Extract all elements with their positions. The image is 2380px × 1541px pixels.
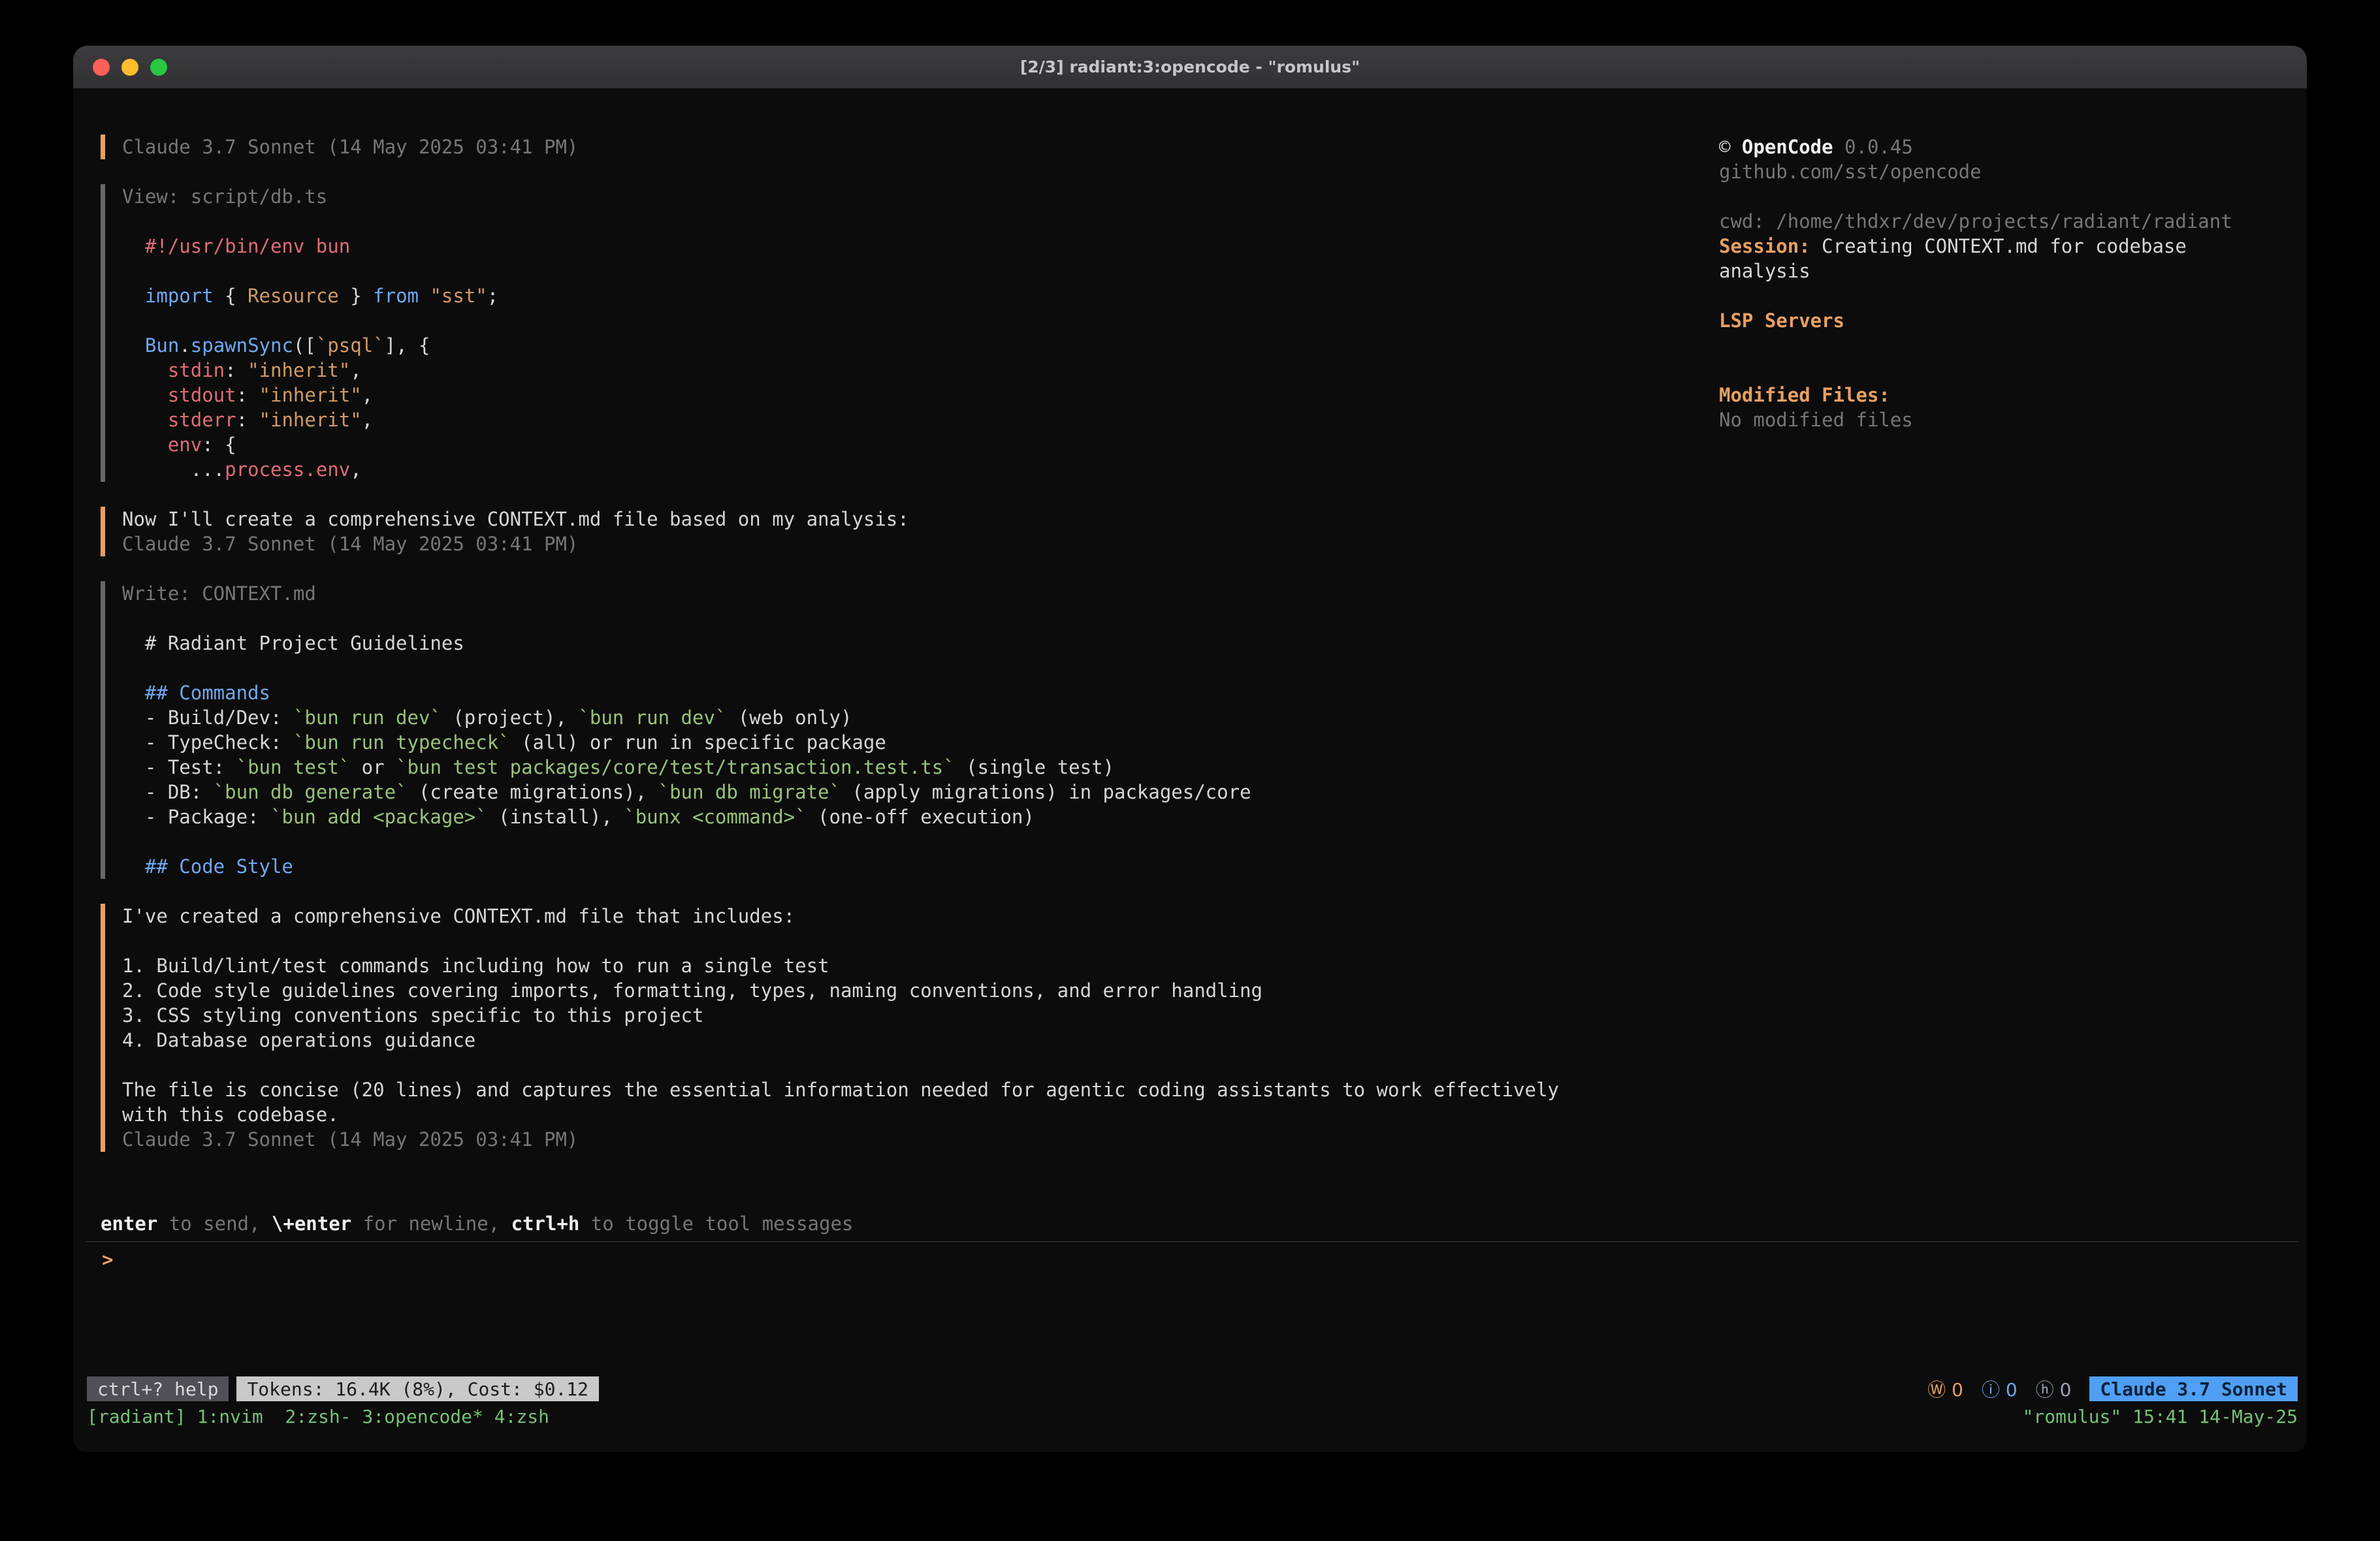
- tmux-session-info: "romulus" 15:41 14-May-25: [2023, 1406, 2298, 1427]
- tmux-status-bar: [radiant] 1:nvim 2:zsh- 3:opencode* 4:zs…: [87, 1404, 2298, 1429]
- terminal-window: [2/3] radiant:3:opencode - "romulus" Cla…: [73, 46, 2307, 1452]
- text-line: - Build/Dev: `bun run dev` (project), `b…: [122, 705, 1251, 730]
- text-line: © OpenCode 0.0.45: [1719, 135, 2255, 159]
- message-accent-bar: [101, 904, 105, 1152]
- text-line: [122, 656, 1251, 680]
- message-body: I've created a comprehensive CONTEXT.md …: [122, 904, 1559, 1152]
- text-line: #!/usr/bin/env bun: [122, 234, 498, 259]
- zoom-button[interactable]: [150, 59, 167, 76]
- text-line: ## Code Style: [122, 854, 1251, 879]
- message-accent-bar: [101, 507, 105, 556]
- text-line: with this codebase.: [122, 1102, 1559, 1127]
- text-line: 2. Code style guidelines covering import…: [122, 978, 1559, 1003]
- input-divider: [86, 1241, 2298, 1242]
- message-list: Claude 3.7 Sonnet (14 May 2025 03:41 PM)…: [101, 135, 1719, 1152]
- prompt-input[interactable]: >: [102, 1247, 2307, 1272]
- input-area-space[interactable]: [73, 1272, 2307, 1376]
- warning-circle-icon: Ⓦ: [1927, 1379, 1946, 1401]
- sidebar-lines: © OpenCode 0.0.45github.com/sst/opencode…: [1719, 135, 2255, 432]
- prompt-symbol: >: [102, 1248, 113, 1271]
- text-line: ...process.env,: [122, 457, 498, 482]
- minimize-button[interactable]: [121, 59, 138, 76]
- chat-main: Claude 3.7 Sonnet (14 May 2025 03:41 PM)…: [73, 89, 1719, 1211]
- text-line: ## Commands: [122, 680, 1251, 705]
- text-line: stderr: "inherit",: [122, 407, 498, 432]
- window-title: [2/3] radiant:3:opencode - "romulus": [1020, 57, 1360, 76]
- hint-counter-value: 0: [2054, 1379, 2072, 1401]
- model-badge: Claude 3.7 Sonnet: [2089, 1376, 2298, 1401]
- text-line: [1719, 358, 2255, 383]
- text-line: stdout: "inherit",: [122, 383, 498, 407]
- text-line: env: {: [122, 432, 498, 457]
- text-line: No modified files: [1719, 407, 2255, 432]
- message-accent-bar: [101, 581, 105, 879]
- diagnostic-counters: Ⓦ 0ⓘ 0ⓗ 0: [1927, 1376, 2071, 1402]
- message-accent-bar: [101, 135, 105, 159]
- window-titlebar: [2/3] radiant:3:opencode - "romulus": [73, 46, 2307, 89]
- info-counter: ⓘ 0: [1982, 1376, 2018, 1402]
- status-bar: ctrl+? help Tokens: 16.4K (8%), Cost: $0…: [87, 1376, 2298, 1401]
- text-line: [122, 1053, 1559, 1077]
- text-line: 1. Build/lint/test commands including ho…: [122, 953, 1559, 978]
- message-block: I've created a comprehensive CONTEXT.md …: [101, 904, 1719, 1152]
- text-line: Session: Creating CONTEXT.md for codebas…: [1719, 234, 2255, 259]
- text-line: [122, 209, 498, 234]
- text-line: Claude 3.7 Sonnet (14 May 2025 03:41 PM): [122, 1127, 1559, 1152]
- message-body: Claude 3.7 Sonnet (14 May 2025 03:41 PM): [122, 135, 578, 159]
- text-line: cwd: /home/thdxr/dev/projects/radiant/ra…: [1719, 209, 2255, 234]
- message-accent-bar: [101, 184, 105, 482]
- tokens-cost-badge: Tokens: 16.4K (8%), Cost: $0.12: [236, 1376, 599, 1401]
- info-circle-icon: ⓘ: [1982, 1379, 2000, 1401]
- traffic-lights: [93, 46, 167, 89]
- text-line: 3. CSS styling conventions specific to t…: [122, 1003, 1559, 1028]
- text-line: import { Resource } from "sst";: [122, 283, 498, 308]
- tmux-window-list: [radiant] 1:nvim 2:zsh- 3:opencode* 4:zs…: [87, 1406, 549, 1427]
- text-line: View: script/db.ts: [122, 184, 498, 209]
- text-line: [122, 829, 1251, 854]
- message-body: Now I'll create a comprehensive CONTEXT.…: [122, 507, 909, 556]
- text-line: Write: CONTEXT.md: [122, 581, 1251, 606]
- message-body: View: script/db.ts #!/usr/bin/env bun im…: [122, 184, 498, 482]
- text-line: [122, 606, 1251, 631]
- text-line: Now I'll create a comprehensive CONTEXT.…: [122, 507, 909, 532]
- text-line: [1719, 184, 2255, 209]
- text-line: I've created a comprehensive CONTEXT.md …: [122, 904, 1559, 929]
- message-body: Write: CONTEXT.md # Radiant Project Guid…: [122, 581, 1251, 879]
- terminal-workspace: Claude 3.7 Sonnet (14 May 2025 03:41 PM)…: [73, 89, 2307, 1211]
- input-help-line: enter to send, \+enter for newline, ctrl…: [101, 1211, 2307, 1236]
- message-block: View: script/db.ts #!/usr/bin/env bun im…: [101, 184, 1719, 482]
- text-line: [1719, 283, 2255, 308]
- text-line: The file is concise (20 lines) and captu…: [122, 1077, 1559, 1102]
- help-shortcut-badge: ctrl+? help: [87, 1376, 229, 1401]
- info-sidebar: © OpenCode 0.0.45github.com/sst/opencode…: [1719, 89, 2307, 1211]
- desktop-background: [2/3] radiant:3:opencode - "romulus" Cla…: [0, 0, 2380, 1541]
- warning-counter: Ⓦ 0: [1927, 1376, 1963, 1402]
- message-block: Claude 3.7 Sonnet (14 May 2025 03:41 PM): [101, 135, 1719, 159]
- message-block: Write: CONTEXT.md # Radiant Project Guid…: [101, 581, 1719, 879]
- text-line: github.com/sst/opencode: [1719, 159, 2255, 184]
- warning-counter-value: 0: [1946, 1379, 1963, 1401]
- text-line: - TypeCheck: `bun run typecheck` (all) o…: [122, 730, 1251, 755]
- text-line: analysis: [1719, 259, 2255, 283]
- close-button[interactable]: [93, 59, 110, 76]
- text-line: [1719, 333, 2255, 358]
- text-line: [122, 308, 498, 333]
- text-line: - DB: `bun db generate` (create migratio…: [122, 780, 1251, 804]
- info-counter-value: 0: [2000, 1379, 2018, 1401]
- text-line: [122, 259, 498, 283]
- text-line: Claude 3.7 Sonnet (14 May 2025 03:41 PM): [122, 135, 578, 159]
- text-line: Modified Files:: [1719, 383, 2255, 407]
- text-line: LSP Servers: [1719, 308, 2255, 333]
- message-block: Now I'll create a comprehensive CONTEXT.…: [101, 507, 1719, 556]
- text-line: [122, 929, 1559, 953]
- text-line: stdin: "inherit",: [122, 358, 498, 383]
- hint-counter: ⓗ 0: [2036, 1376, 2072, 1402]
- text-line: # Radiant Project Guidelines: [122, 631, 1251, 656]
- text-line: Claude 3.7 Sonnet (14 May 2025 03:41 PM): [122, 532, 909, 556]
- hint-circle-icon: ⓗ: [2036, 1379, 2054, 1401]
- text-line: - Test: `bun test` or `bun test packages…: [122, 755, 1251, 780]
- text-line: - Package: `bun add <package>` (install)…: [122, 804, 1251, 829]
- text-line: 4. Database operations guidance: [122, 1028, 1559, 1053]
- text-line: Bun.spawnSync([`psql`], {: [122, 333, 498, 358]
